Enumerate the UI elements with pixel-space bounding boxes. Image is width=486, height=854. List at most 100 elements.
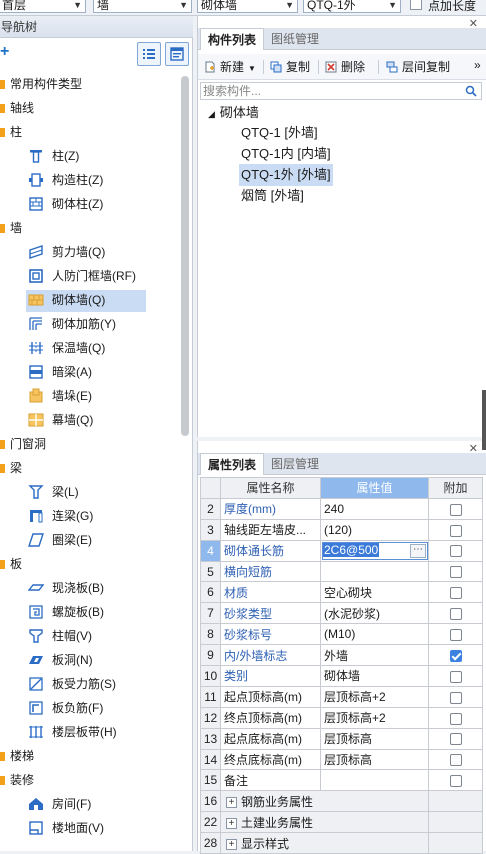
list-view-button[interactable] bbox=[137, 42, 161, 66]
expand-plus-icon[interactable]: + bbox=[226, 818, 237, 830]
property-value: 2C6@500 bbox=[323, 542, 380, 557]
insulation-wall-icon bbox=[29, 342, 43, 354]
delete-label: 删除 bbox=[341, 60, 366, 74]
nav-scrollbar[interactable] bbox=[181, 76, 189, 436]
extra-checkbox[interactable] bbox=[449, 587, 462, 600]
floor-copy-button[interactable]: 层间复制 bbox=[386, 59, 450, 75]
type-combo[interactable]: 墙 ▼ bbox=[93, 0, 192, 13]
search-input[interactable] bbox=[201, 83, 451, 99]
more-chevron-icon[interactable]: » bbox=[474, 58, 481, 72]
tree-root-node[interactable]: ◢ 砌体墙 bbox=[208, 102, 259, 124]
new-button[interactable]: 新建 ▼ bbox=[204, 59, 256, 75]
list-icon bbox=[143, 49, 155, 59]
nav-toolbar: + bbox=[0, 39, 193, 69]
tab-property-list[interactable]: 属性列表 bbox=[200, 453, 265, 475]
property-value[interactable]: 层顶标高+2 bbox=[320, 685, 429, 708]
extra-checkbox[interactable] bbox=[449, 733, 462, 746]
property-value[interactable] bbox=[320, 769, 429, 792]
tree-item-qtq1-inner[interactable]: QTQ-1内 [内墙] bbox=[241, 143, 331, 165]
property-list-panel: ✕ 属性列表 图层管理 属性名称 属性值 附加 2 厚度(mm) 240 3 轴线距左… bbox=[197, 441, 486, 854]
tab-component-list[interactable]: 构件列表 bbox=[200, 28, 265, 50]
slab-neg-rebar-icon bbox=[29, 701, 43, 715]
property-name: 厚度(mm) bbox=[220, 497, 321, 520]
nav-item-label: 人防门框墙(RF) bbox=[52, 269, 136, 283]
chevron-down-icon: ▼ bbox=[248, 64, 256, 73]
floor-combo[interactable]: 首层 ▼ bbox=[0, 0, 86, 13]
table-row: 13 起点底标高(m) 层顶标高 bbox=[200, 727, 483, 750]
row-number: 15 bbox=[200, 769, 221, 792]
spiral-slab-icon bbox=[29, 605, 43, 619]
tree-item-qtq1[interactable]: QTQ-1 [外墙] bbox=[241, 122, 318, 144]
toolbar-divider bbox=[263, 60, 264, 74]
property-value[interactable]: 240 bbox=[320, 497, 429, 520]
table-row-editing: 4 砌体通长筋 2C6@500 ⋯ bbox=[200, 539, 483, 562]
extra-checkbox[interactable] bbox=[449, 754, 462, 767]
table-row: 15 备注 bbox=[200, 769, 483, 792]
row-number: 6 bbox=[200, 581, 221, 604]
collapse-triangle-icon[interactable]: ◢ bbox=[208, 109, 215, 119]
property-value[interactable]: 空心砌块 bbox=[320, 581, 429, 604]
tab-layer-management[interactable]: 图层管理 bbox=[264, 453, 326, 475]
property-value[interactable]: (水泥砂浆) bbox=[320, 602, 429, 625]
chevron-down-icon: ▼ bbox=[285, 0, 294, 10]
row-number: 3 bbox=[200, 518, 221, 541]
group-row[interactable]: 16 + 钢筋业务属性 bbox=[200, 790, 483, 813]
extra-checkbox-checked[interactable] bbox=[449, 649, 462, 662]
delete-button[interactable]: 删除 bbox=[325, 59, 365, 75]
room-icon bbox=[29, 798, 43, 810]
group-row[interactable]: 22 + 土建业务属性 bbox=[200, 811, 483, 834]
ring-beam-icon bbox=[28, 533, 44, 547]
extra-checkbox[interactable] bbox=[449, 503, 462, 516]
expand-plus-icon[interactable]: + bbox=[0, 44, 9, 60]
property-value-editor[interactable]: 2C6@500 ⋯ bbox=[322, 541, 428, 560]
extra-checkbox[interactable] bbox=[449, 691, 462, 704]
property-value[interactable] bbox=[320, 560, 429, 583]
column-icon bbox=[30, 150, 42, 163]
expand-plus-icon[interactable]: + bbox=[226, 838, 237, 850]
extra-checkbox[interactable] bbox=[449, 545, 462, 558]
property-value[interactable]: 层顶标高+2 bbox=[320, 706, 429, 729]
property-value[interactable]: 外墙 bbox=[320, 644, 429, 667]
extra-checkbox[interactable] bbox=[449, 608, 462, 621]
search-icon[interactable] bbox=[465, 85, 477, 97]
nav-item-label: 砌体加筋(Y) bbox=[52, 317, 116, 331]
copy-label: 复制 bbox=[286, 60, 311, 74]
nav-item-label: 构造柱(Z) bbox=[52, 173, 104, 187]
subtype-combo[interactable]: 砌体墙 ▼ bbox=[197, 0, 298, 13]
copy-button[interactable]: 复制 bbox=[270, 59, 310, 75]
point-length-checkbox[interactable] bbox=[410, 0, 422, 10]
extra-checkbox[interactable] bbox=[449, 524, 462, 537]
property-value[interactable]: 砌体墙 bbox=[320, 665, 429, 687]
nav-item-label: 连梁(G) bbox=[52, 509, 94, 523]
extra-checkbox[interactable] bbox=[449, 712, 462, 725]
row-number: 12 bbox=[200, 706, 221, 729]
masonry-column-icon bbox=[29, 197, 43, 211]
tree-item-chimney[interactable]: 烟筒 [外墙] bbox=[241, 185, 304, 207]
tree-item-qtq1-outer[interactable]: QTQ-1外 [外墙] bbox=[239, 164, 333, 186]
tab-drawing-management[interactable]: 图纸管理 bbox=[264, 28, 326, 50]
property-value[interactable]: 层顶标高 bbox=[320, 748, 429, 771]
expand-plus-icon[interactable]: + bbox=[226, 797, 237, 809]
floor-strip-icon bbox=[29, 726, 43, 738]
property-value[interactable]: (120) bbox=[320, 518, 429, 541]
nav-item-label: 楼地面(V) bbox=[52, 821, 104, 835]
group-row[interactable]: 28 + 显示样式 bbox=[200, 832, 483, 854]
table-row: 12 终点顶标高(m) 层顶标高+2 bbox=[200, 706, 483, 729]
ellipsis-button[interactable]: ⋯ bbox=[410, 543, 426, 558]
component-combo[interactable]: QTQ-1外 ▼ bbox=[303, 0, 401, 13]
card-view-button[interactable] bbox=[165, 42, 189, 66]
delete-icon bbox=[325, 61, 337, 73]
property-value[interactable]: 层顶标高 bbox=[320, 727, 429, 750]
property-value[interactable]: (M10) bbox=[320, 623, 429, 646]
extra-checkbox[interactable] bbox=[449, 566, 462, 579]
nav-item-label: 柱(Z) bbox=[52, 149, 80, 163]
nav-title: 导航树 bbox=[0, 16, 193, 38]
component-toolbar: 新建 ▼ 复制 删除 层间复制 » bbox=[198, 54, 486, 80]
extra-checkbox[interactable] bbox=[449, 670, 462, 683]
row-number: 28 bbox=[200, 832, 221, 854]
extra-checkbox[interactable] bbox=[449, 775, 462, 788]
property-name: 终点顶标高(m) bbox=[220, 706, 321, 729]
nav-item-label: 墙垛(E) bbox=[52, 389, 92, 403]
panel-splitter[interactable] bbox=[482, 390, 486, 450]
extra-checkbox[interactable] bbox=[449, 629, 462, 641]
